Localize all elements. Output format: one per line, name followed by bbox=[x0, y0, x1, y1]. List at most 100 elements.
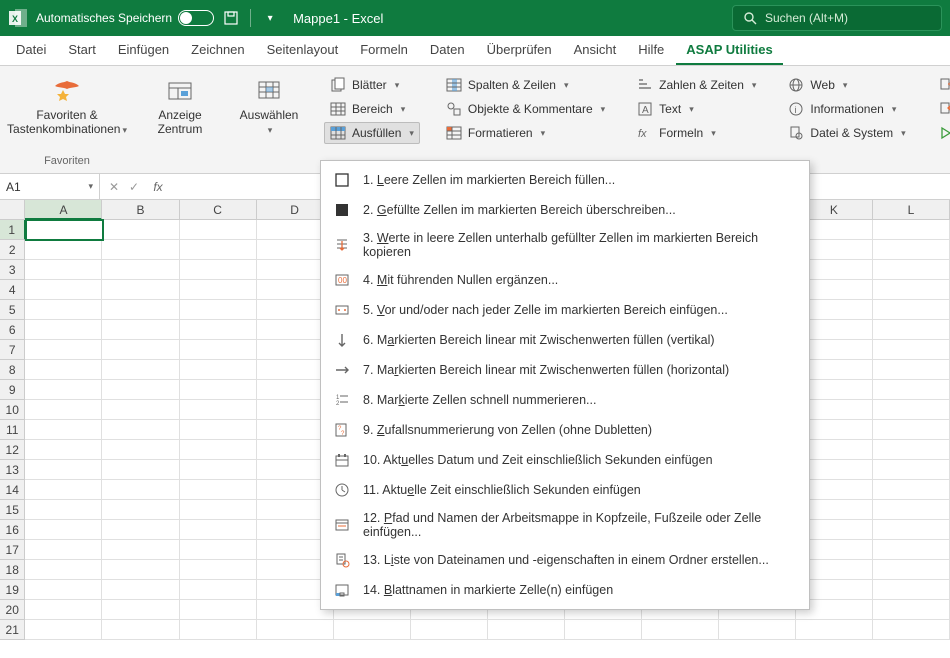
row-header[interactable]: 1 bbox=[0, 220, 26, 240]
cell[interactable] bbox=[873, 460, 950, 480]
row-header[interactable]: 8 bbox=[0, 360, 25, 380]
cell[interactable] bbox=[873, 300, 950, 320]
cell[interactable] bbox=[873, 420, 950, 440]
cell[interactable] bbox=[102, 360, 179, 380]
zahlen-zeiten-button[interactable]: Zahlen & Zeiten▾ bbox=[631, 74, 762, 96]
cell[interactable] bbox=[873, 240, 950, 260]
import-button[interactable]: Import▾ bbox=[932, 74, 950, 96]
accept-icon[interactable]: ✓ bbox=[126, 180, 142, 194]
menu-item-14[interactable]: 14. Blattnamen in markierte Zelle(n) ein… bbox=[321, 575, 809, 605]
cell[interactable] bbox=[180, 540, 257, 560]
cell[interactable] bbox=[25, 440, 102, 460]
row-header[interactable]: 2 bbox=[0, 240, 25, 260]
cell[interactable] bbox=[873, 600, 950, 620]
cell[interactable] bbox=[102, 520, 179, 540]
cell[interactable] bbox=[180, 600, 257, 620]
cell[interactable] bbox=[25, 560, 102, 580]
menu-item-2[interactable]: 2. Gefüllte Zellen im markierten Bereich… bbox=[321, 195, 809, 225]
cell[interactable] bbox=[102, 240, 179, 260]
cell[interactable] bbox=[25, 340, 102, 360]
cell[interactable] bbox=[873, 540, 950, 560]
column-header[interactable]: C bbox=[180, 200, 257, 220]
cell[interactable] bbox=[873, 280, 950, 300]
cell[interactable] bbox=[25, 420, 102, 440]
menu-item-10[interactable]: 10. Aktuelles Datum und Zeit einschließl… bbox=[321, 445, 809, 475]
menu-item-9[interactable]: ??9. Zufallsnummerierung von Zellen (ohn… bbox=[321, 415, 809, 445]
tab-einfügen[interactable]: Einfügen bbox=[108, 36, 179, 65]
tab-ansicht[interactable]: Ansicht bbox=[564, 36, 627, 65]
row-header[interactable]: 20 bbox=[0, 600, 25, 620]
cell[interactable] bbox=[796, 620, 873, 640]
tab-seitenlayout[interactable]: Seitenlayout bbox=[257, 36, 349, 65]
cell[interactable] bbox=[102, 280, 179, 300]
cell[interactable] bbox=[25, 620, 102, 640]
text-button[interactable]: AText▾ bbox=[631, 98, 762, 120]
cell[interactable] bbox=[180, 500, 257, 520]
row-header[interactable]: 9 bbox=[0, 380, 25, 400]
cell[interactable] bbox=[25, 460, 102, 480]
objekte-kommentare-button[interactable]: Objekte & Kommentare▾ bbox=[440, 98, 611, 120]
cell[interactable] bbox=[180, 480, 257, 500]
column-header[interactable]: B bbox=[102, 200, 179, 220]
formeln-button[interactable]: fxFormeln▾ bbox=[631, 122, 762, 144]
cell[interactable] bbox=[873, 360, 950, 380]
column-header[interactable]: A bbox=[25, 200, 102, 220]
cell[interactable] bbox=[102, 420, 179, 440]
tab-start[interactable]: Start bbox=[58, 36, 105, 65]
quick-access-dropdown-icon[interactable]: ▾ bbox=[261, 9, 279, 27]
cell[interactable] bbox=[102, 340, 179, 360]
cell[interactable] bbox=[25, 400, 102, 420]
cell[interactable] bbox=[102, 260, 179, 280]
cell[interactable] bbox=[488, 620, 565, 640]
web-button[interactable]: Web▾ bbox=[782, 74, 911, 96]
menu-item-1[interactable]: 1. Leere Zellen im markierten Bereich fü… bbox=[321, 165, 809, 195]
cell[interactable] bbox=[873, 560, 950, 580]
cell[interactable] bbox=[565, 620, 642, 640]
cell[interactable] bbox=[719, 620, 796, 640]
row-header[interactable]: 16 bbox=[0, 520, 25, 540]
tab-formeln[interactable]: Formeln bbox=[350, 36, 418, 65]
row-header[interactable]: 7 bbox=[0, 340, 25, 360]
fx-label[interactable]: fx bbox=[150, 180, 166, 194]
cell[interactable] bbox=[102, 620, 179, 640]
bereich-button[interactable]: Bereich▾ bbox=[324, 98, 420, 120]
datei-system-button[interactable]: Datei & System▾ bbox=[782, 122, 911, 144]
row-header[interactable]: 10 bbox=[0, 400, 25, 420]
cell[interactable] bbox=[25, 580, 102, 600]
tab-zeichnen[interactable]: Zeichnen bbox=[181, 36, 254, 65]
cell[interactable] bbox=[180, 560, 257, 580]
cell[interactable] bbox=[257, 620, 334, 640]
cell[interactable] bbox=[102, 380, 179, 400]
cell[interactable] bbox=[102, 320, 179, 340]
menu-item-5[interactable]: 5. Vor und/oder nach jeder Zelle im mark… bbox=[321, 295, 809, 325]
cell[interactable] bbox=[334, 620, 411, 640]
cell[interactable] bbox=[25, 320, 102, 340]
cell[interactable] bbox=[873, 620, 950, 640]
menu-item-4[interactable]: 004. Mit führenden Nullen ergänzen... bbox=[321, 265, 809, 295]
menu-item-11[interactable]: 11. Aktuelle Zeit einschließlich Sekunde… bbox=[321, 475, 809, 505]
row-header[interactable]: 15 bbox=[0, 500, 25, 520]
cell[interactable] bbox=[25, 260, 102, 280]
tab-überprüfen[interactable]: Überprüfen bbox=[477, 36, 562, 65]
menu-item-8[interactable]: 128. Markierte Zellen schnell nummeriere… bbox=[321, 385, 809, 415]
row-header[interactable]: 12 bbox=[0, 440, 25, 460]
save-icon[interactable] bbox=[222, 9, 240, 27]
search-box[interactable]: Suchen (Alt+M) bbox=[732, 5, 942, 31]
cell[interactable] bbox=[873, 320, 950, 340]
row-header[interactable]: 13 bbox=[0, 460, 25, 480]
cell[interactable] bbox=[25, 540, 102, 560]
cell[interactable] bbox=[25, 240, 102, 260]
cell[interactable] bbox=[873, 580, 950, 600]
menu-item-7[interactable]: 7. Markierten Bereich linear mit Zwische… bbox=[321, 355, 809, 385]
cell[interactable] bbox=[873, 340, 950, 360]
cell[interactable] bbox=[873, 480, 950, 500]
tab-hilfe[interactable]: Hilfe bbox=[628, 36, 674, 65]
cell[interactable] bbox=[873, 220, 950, 240]
cell[interactable] bbox=[102, 500, 179, 520]
cell[interactable] bbox=[25, 480, 102, 500]
cell[interactable] bbox=[873, 500, 950, 520]
tab-datei[interactable]: Datei bbox=[6, 36, 56, 65]
cancel-icon[interactable]: ✕ bbox=[106, 180, 122, 194]
cell[interactable] bbox=[180, 360, 257, 380]
cell[interactable] bbox=[180, 580, 257, 600]
